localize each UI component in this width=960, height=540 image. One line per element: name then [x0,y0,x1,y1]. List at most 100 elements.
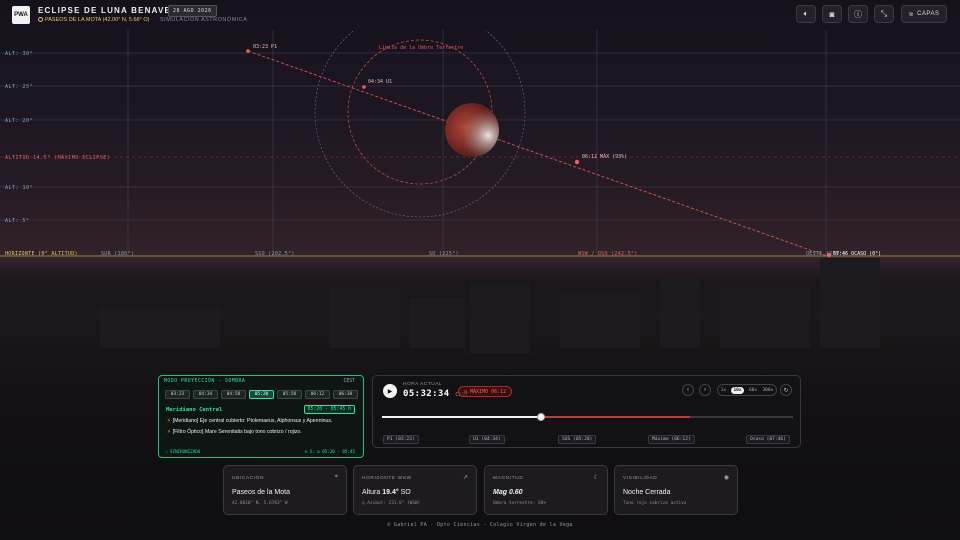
az-label-so: SO (225°) [429,251,459,257]
sync-range: ⊙ 5: a 05:20 - 05:45 [304,449,355,454]
timeline-mark[interactable]: Ocaso (07:46) [746,435,790,444]
event-max-label: 06:12 MÁX (93%) [582,154,628,160]
projection-panel: MODO PROYECCIÓN - SOMBRA CEST 03:23 04:3… [158,375,364,458]
time-chip[interactable]: 04:58 [221,390,246,399]
speed-option[interactable]: 60x [749,388,757,393]
mode-label: SIMULACIÓN ASTRONÓMICA [160,17,248,23]
mute-button[interactable]: 🔈︎ [796,5,816,23]
play-button[interactable]: ▶ [383,384,397,398]
card-value: Paseos de la Mota [232,489,290,496]
chevron-right-icon: › [704,387,706,393]
time-chip[interactable]: 05:50 [277,390,302,399]
alt-label-25: ALT: 25° [5,84,34,90]
card-value: Altura 19.4° SO [362,489,411,496]
umbra-limit-label: Límite de la Umbra Terrestre [379,45,464,51]
card-label: HORIZONTE WSW [362,476,412,481]
next-button[interactable]: › [699,384,711,396]
alt-label-30: ALT: 30° [5,51,34,57]
speed-selector: 1x 10x 60x 300x [717,384,777,396]
moon-path-line [247,50,831,258]
magnitude-card: MAGNITUD ☾ Mag 0.60 Umbra terrestre: 60% [484,465,608,515]
horizon-card: HORIZONTE WSW ↗ Altura 19.4° SO ◎ Azimut… [353,465,477,515]
chevron-left-icon: ‹ [687,387,689,393]
projection-bullet: ⚡ [Meridiano] Eje central cubierto: Ptole… [167,418,333,424]
timeline-slider[interactable] [382,413,793,421]
u1-point [362,85,366,89]
time-chip[interactable]: 06:12 [305,390,330,399]
card-sub: ◎ Azimut: 231.0° (WSW) [362,501,421,506]
sync-status: ◌ SINCRONIZADO [165,449,201,454]
location-card: UBICACIÓN ⌖ Paseos de la Mota 42.0010° N… [223,465,347,515]
moon-icon: ☾ [593,475,599,481]
sky-chart [0,30,960,258]
max-eclipse-badge[interactable]: ◷ MÁXIMO 06:12 [458,386,513,397]
current-time-label: HORA ACTUAL [403,382,443,387]
card-label: VISIBILIDAD [623,476,658,481]
time-chip-active[interactable]: 05:20 [249,390,274,399]
projection-bullet: ⚡ [Filtro Óptico] Mare Serenitatis bajo t… [167,429,302,435]
event-u1-label: 04:34 U1 [368,79,393,85]
alt-label-5: ALT: 5° [5,218,30,224]
az-label-sso: SSO (202.5°) [255,251,295,257]
camera-icon: ◙ [829,9,835,19]
section-range: 05:20 - 05:45 h [303,405,355,414]
event-set-label: 07:46 OCASO (0°) [833,251,882,257]
collapse-button[interactable]: ⤡ [874,5,894,23]
location-text: PASEOS DE LA MOTA (42.00° N, 5.68° O) [45,17,150,23]
slider-handle[interactable] [537,413,546,421]
visibility-card: VISIBILIDAD ◉ Noche Cerrada Tono rojo co… [614,465,738,515]
layers-label: CAPAS [917,11,940,17]
time-chip[interactable]: 04:34 [193,390,218,399]
section-title: Meridiano Central [166,407,223,413]
alt-label-max: ALTITUD 14.5° (MÁXIMO ECLIPSE) [5,155,111,161]
layers-button[interactable]: ≋ CAPAS [901,5,947,23]
speed-option[interactable]: 300x [762,388,773,393]
reset-button[interactable]: ↻ [780,384,792,396]
layers-icon: ≋ [908,11,915,18]
az-label-south: SUR (180°) [101,251,135,257]
card-sub: 42.0010° N, 5.6783° W [232,501,288,506]
event-p1-label: 03:23 P1 [253,44,278,50]
location-icon [38,17,43,22]
max-point [574,159,580,165]
top-bar: PWA ECLIPSE DE LUNA BENAVENTE 28 AGO 202… [0,0,960,30]
lightning-icon: ⚡ [167,418,171,424]
card-sub: Umbra terrestre: 60% [493,501,546,506]
timeline-mark[interactable]: U1 (04:34) [469,435,505,444]
horizon-label: HORIZONTE (0° ALTITUD) [5,251,78,257]
info-icon: ⓘ [854,9,862,19]
time-control-panel: ▶ HORA ACTUAL 05:32:34 CEST ◷ MÁXIMO 06:… [372,375,801,448]
prev-button[interactable]: ‹ [682,384,694,396]
date-badge: 28 AGO 2026 [168,5,217,17]
eye-icon: ◉ [723,475,729,481]
time-chip[interactable]: 06:38 [333,390,358,399]
moon-lit-limb [445,103,499,157]
timeline-mark[interactable]: P1 (03:23) [383,435,419,444]
speed-option[interactable]: 1x [721,388,726,393]
reset-icon: ↻ [783,387,789,394]
arrow-up-right-icon: ↗ [462,475,468,481]
play-icon: ▶ [387,388,393,395]
alt-label-20: ALT: 20° [5,118,34,124]
speed-option-selected[interactable]: 10x [731,386,744,394]
projection-timezone: CEST [343,379,355,384]
card-sub: Tono rojo cobrizo activo [623,501,687,506]
card-value: Noche Cerrada [623,489,671,496]
footer-credit: © Gabriel PA - Dpto Ciencias - Colegio V… [387,522,573,528]
info-button[interactable]: ⓘ [848,5,868,23]
timeline-mark[interactable]: SOS (05:20) [558,435,597,444]
card-value: Mag 0.60 [493,489,523,496]
location-line: PASEOS DE LA MOTA (42.00° N, 5.68° O) [38,17,149,23]
app-logo: PWA [12,6,30,24]
p1-point [246,49,250,53]
lightning-icon: ⚡ [167,429,171,435]
screenshot-button[interactable]: ◙ [822,5,842,23]
time-chip[interactable]: 03:23 [165,390,190,399]
speaker-muted-icon: 🔈︎ [803,9,809,18]
projection-header: MODO PROYECCIÓN - SOMBRA [164,379,246,384]
card-label: MAGNITUD [493,476,524,481]
pin-icon: ⌖ [334,474,338,480]
card-label: UBICACIÓN [232,476,265,481]
alt-label-10: ALT: 10° [5,185,34,191]
timeline-mark[interactable]: Máximo (06:12) [648,435,695,444]
